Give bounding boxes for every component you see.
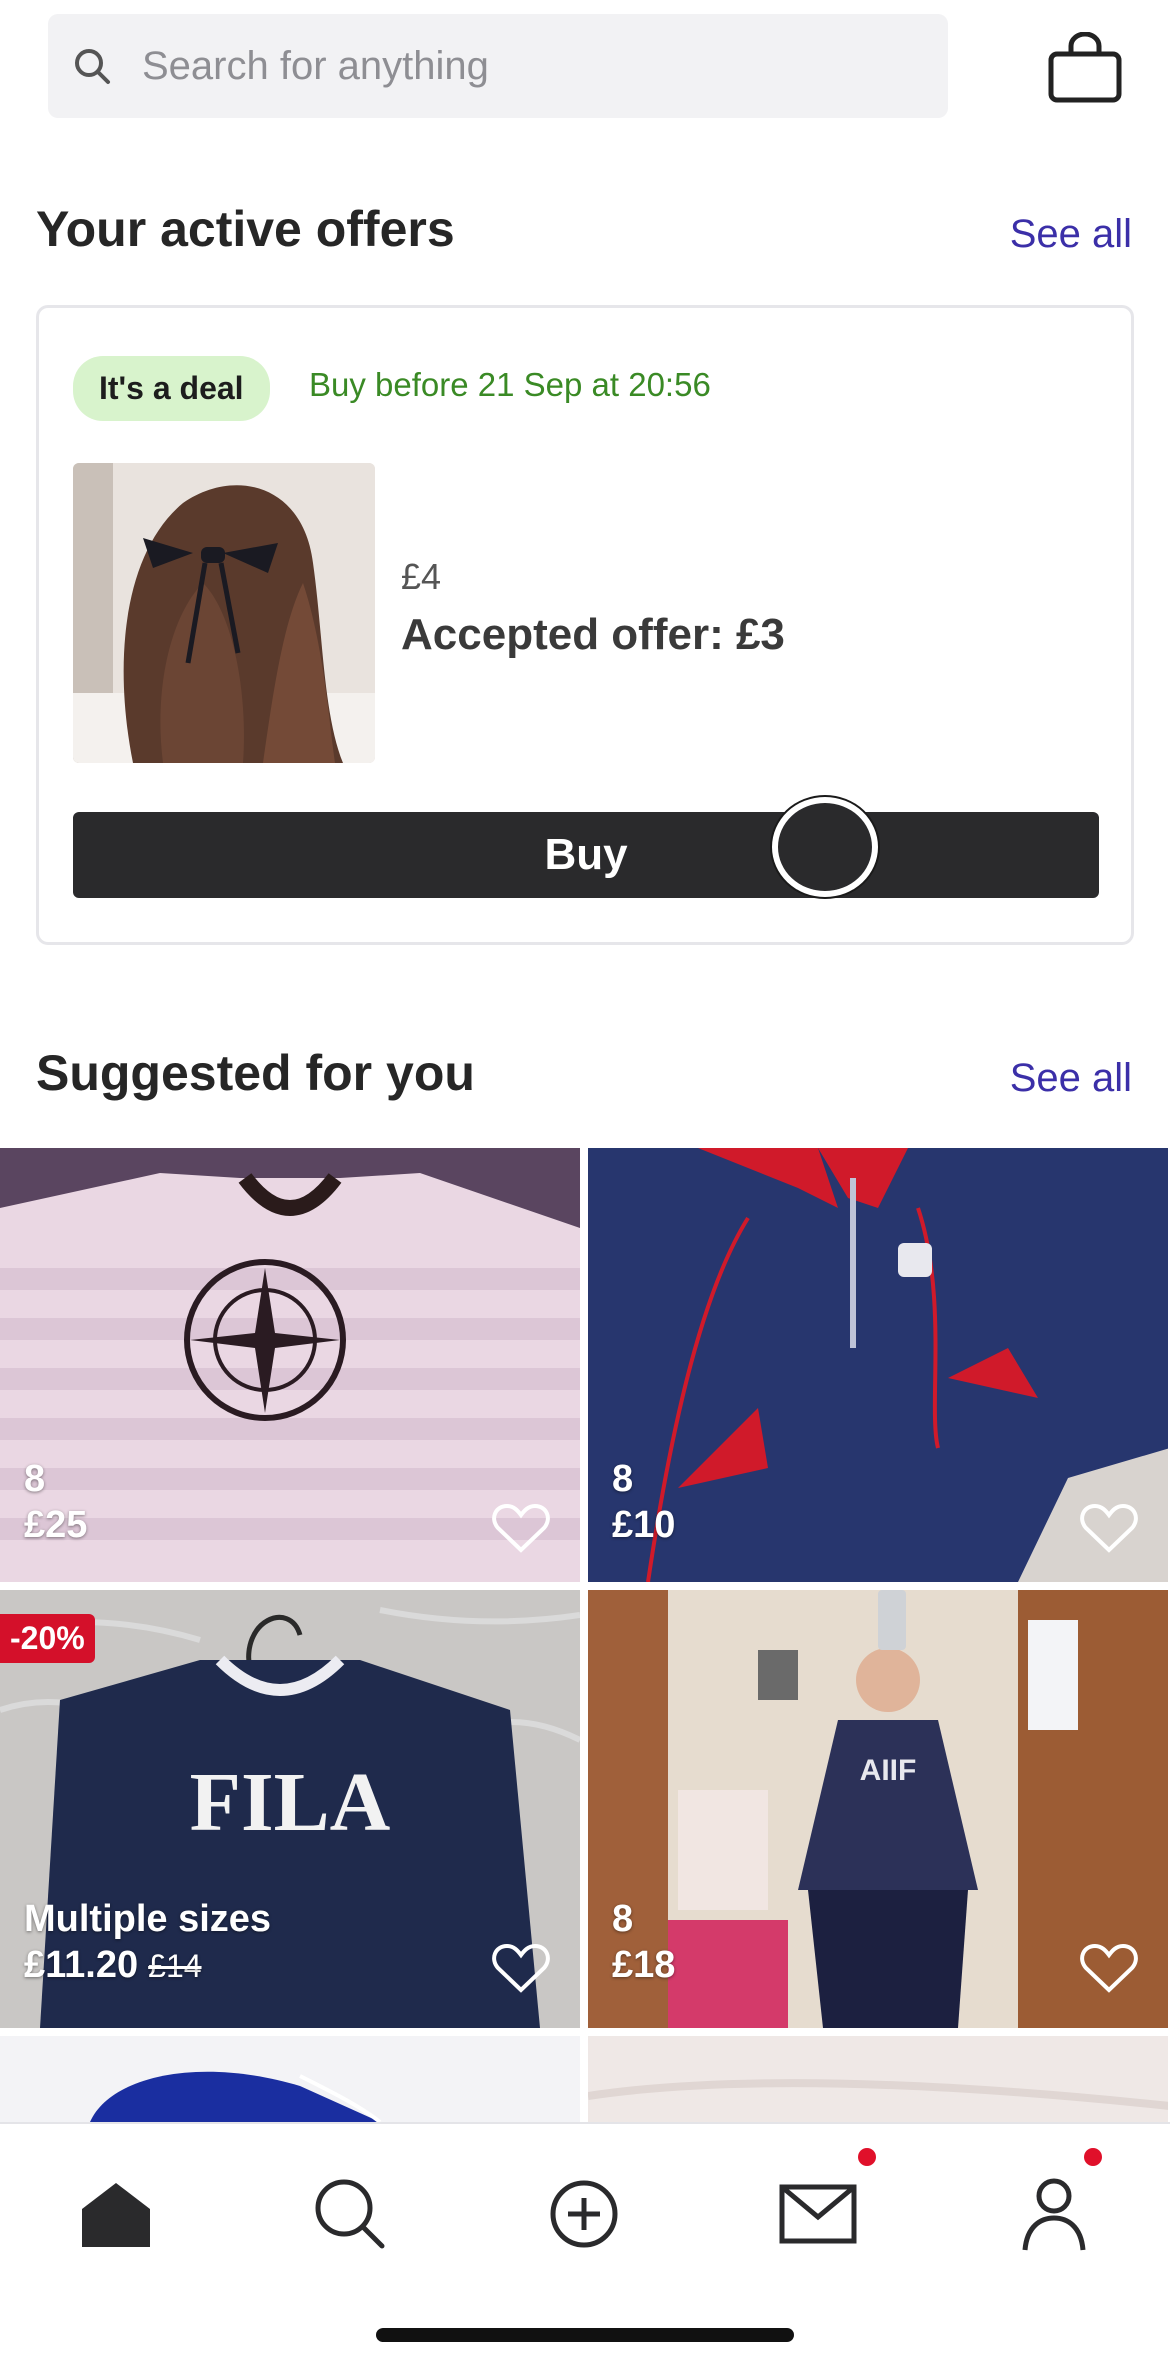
product-tile[interactable]: FILA -20% Multiple sizes £11.20 £14 xyxy=(0,1590,580,2028)
accepted-offer-text: Accepted offer: £3 xyxy=(401,610,785,659)
profile-icon[interactable] xyxy=(1004,2164,1104,2264)
product-price: £18 xyxy=(612,1944,676,1986)
svg-text:FILA: FILA xyxy=(190,1756,391,1849)
product-tile[interactable]: AIIF 8 £18 xyxy=(588,1590,1168,2028)
product-size: 8 xyxy=(612,1458,634,1500)
deal-deadline: Buy before 21 Sep at 20:56 xyxy=(309,366,711,403)
shopping-bag-icon[interactable] xyxy=(1040,30,1130,106)
buy-button[interactable]: Buy xyxy=(73,812,1099,898)
product-price: £11.20 £14 xyxy=(24,1944,202,1987)
discount-badge: -20% xyxy=(0,1614,95,1663)
search-placeholder: Search for anything xyxy=(142,43,489,88)
product-sale-price: £11.20 xyxy=(24,1944,139,1986)
suggested-see-all-link[interactable]: See all xyxy=(1010,1056,1132,1101)
offer-card[interactable]: It's a deal Buy before 21 Sep at 20:56 £… xyxy=(36,305,1134,945)
svg-text:AIIF: AIIF xyxy=(860,1754,917,1787)
search-icon[interactable] xyxy=(300,2164,400,2264)
favorite-heart-icon[interactable] xyxy=(492,1502,550,1554)
product-tile[interactable] xyxy=(588,2036,1168,2122)
product-price: £25 xyxy=(24,1504,88,1546)
deal-badge: It's a deal xyxy=(73,356,270,421)
home-icon[interactable] xyxy=(66,2164,166,2264)
search-icon xyxy=(70,44,114,88)
favorite-heart-icon[interactable] xyxy=(1080,1942,1138,1994)
offers-section-title: Your active offers xyxy=(36,201,455,257)
product-tile[interactable] xyxy=(0,2036,580,2122)
favorite-heart-icon[interactable] xyxy=(492,1942,550,1994)
product-original-price: £14 xyxy=(148,1948,202,1984)
offers-see-all-link[interactable]: See all xyxy=(1010,212,1132,257)
notification-dot xyxy=(858,2148,876,2166)
product-size: 8 xyxy=(24,1458,46,1500)
offer-original-price: £4 xyxy=(401,556,442,597)
inbox-mail-icon[interactable] xyxy=(768,2164,868,2264)
product-size: 8 xyxy=(612,1898,634,1940)
product-photo xyxy=(588,2036,1168,2122)
touch-indicator xyxy=(772,797,878,897)
product-price: £10 xyxy=(612,1504,676,1546)
notification-dot xyxy=(1084,2148,1102,2166)
home-indicator xyxy=(376,2328,794,2342)
suggested-section-title: Suggested for you xyxy=(36,1045,475,1101)
sell-plus-icon[interactable] xyxy=(534,2164,634,2264)
offer-item-photo[interactable] xyxy=(73,463,375,763)
favorite-heart-icon[interactable] xyxy=(1080,1502,1138,1554)
product-size: Multiple sizes xyxy=(24,1898,272,1940)
product-tile[interactable]: 8 £10 xyxy=(588,1148,1168,1582)
product-photo xyxy=(0,2036,580,2122)
product-tile[interactable]: 8 £25 xyxy=(0,1148,580,1582)
search-input[interactable]: Search for anything xyxy=(48,14,948,118)
